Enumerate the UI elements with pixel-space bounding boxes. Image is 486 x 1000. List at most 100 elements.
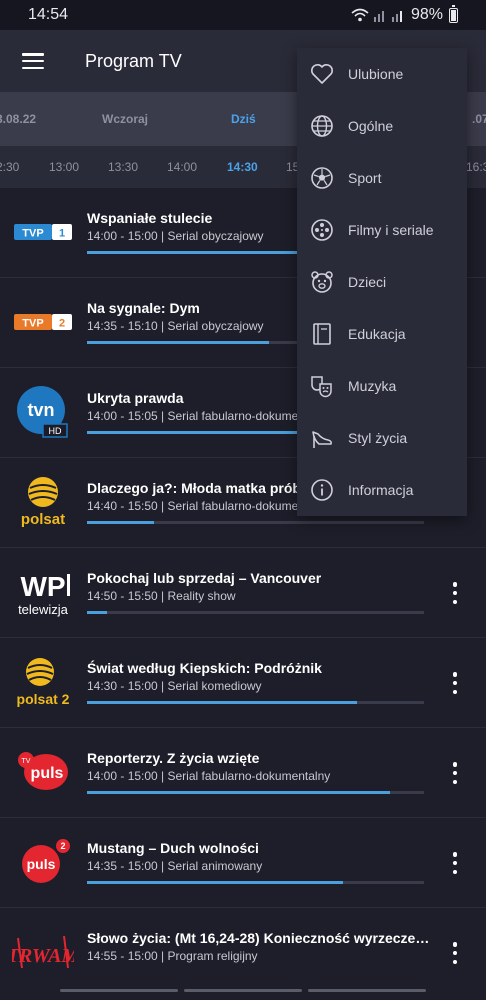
tvp1-logo-icon: TVP 1	[14, 224, 72, 240]
film-reel-icon	[309, 217, 335, 243]
menu-item-label: Sport	[348, 170, 382, 186]
channel-logo[interactable]: TVP 2	[10, 296, 76, 348]
channel-logo[interactable]: WP telewizja	[10, 566, 76, 618]
time-slot-active[interactable]: 14:30	[227, 160, 258, 174]
svg-text:2: 2	[60, 841, 65, 851]
menu-item-label: Edukacja	[348, 326, 406, 342]
signal-icon	[373, 11, 384, 22]
program-row[interactable]: TV puls Reporterzy. Z życia wzięte 14:00…	[0, 728, 486, 818]
menu-item-sport[interactable]: Sport	[297, 152, 467, 204]
time-slot[interactable]: 13:30	[108, 160, 138, 174]
more-options-icon[interactable]	[449, 942, 461, 964]
menu-item-label: Dzieci	[348, 274, 387, 290]
progress-fill	[87, 341, 269, 344]
info-icon	[309, 477, 335, 503]
menu-item-filmy[interactable]: Filmy i seriale	[297, 204, 467, 256]
more-options-icon[interactable]	[449, 672, 461, 694]
program-meta: 14:30 - 15:00 | Serial komediowy	[87, 679, 262, 693]
menu-item-edukacja[interactable]: Edukacja	[297, 308, 467, 360]
football-icon	[309, 165, 335, 191]
date-tab[interactable]: 3.08.22	[0, 112, 36, 126]
polsat-logo-icon: polsat	[21, 477, 65, 528]
channel-logo[interactable]: TV puls	[10, 746, 76, 798]
progress-fill	[87, 521, 155, 524]
program-row[interactable]: 2 puls Mustang – Duch wolności 14:35 - 1…	[0, 818, 486, 908]
heart-icon	[309, 61, 335, 87]
svg-text:TVP: TVP	[22, 228, 43, 240]
menu-item-informacja[interactable]: Informacja	[297, 464, 467, 516]
menu-item-dzieci[interactable]: Dzieci	[297, 256, 467, 308]
svg-text:HD: HD	[49, 426, 62, 436]
theater-masks-icon	[309, 373, 335, 399]
channel-logo[interactable]: TRWAM	[10, 926, 76, 978]
program-title: Reporterzy. Z życia wzięte	[87, 750, 260, 766]
nav-home-button[interactable]	[184, 989, 302, 992]
date-tab-today[interactable]: Dziś	[231, 112, 256, 126]
program-meta: 14:00 - 15:00 | Serial obyczajowy	[87, 229, 264, 243]
menu-item-styl-zycia[interactable]: Styl życia	[297, 412, 467, 464]
channel-logo[interactable]: 2 puls	[10, 836, 76, 888]
signal-icon-2	[391, 11, 402, 22]
channel-logo[interactable]: TVP 1	[10, 206, 76, 258]
svg-text:TVP: TVP	[22, 318, 43, 330]
program-title: Słowo życia: (Mt 16,24-28) Konieczność w…	[87, 930, 432, 946]
program-row[interactable]: WP telewizja Pokochaj lub sprzedaj – Van…	[0, 548, 486, 638]
svg-text:puls: puls	[31, 765, 64, 782]
more-options-icon[interactable]	[449, 582, 461, 604]
more-options-icon[interactable]	[449, 852, 461, 874]
progress-bar	[87, 521, 424, 524]
time-slot[interactable]: 13:00	[49, 160, 79, 174]
date-tab[interactable]: .07	[472, 112, 486, 126]
status-bar: 14:54 98%	[0, 0, 486, 30]
svg-text:TV: TV	[22, 758, 31, 765]
trwam-logo-icon: TRWAM	[12, 935, 74, 969]
high-heel-icon	[309, 425, 335, 451]
status-time: 14:54	[28, 6, 69, 23]
menu-item-ulubione[interactable]: Ulubione	[297, 48, 467, 100]
channel-logo[interactable]: tvn HD	[10, 386, 76, 438]
svg-text:puls: puls	[27, 856, 56, 872]
teddy-bear-icon	[309, 269, 335, 295]
book-icon	[309, 321, 335, 347]
program-meta: 14:55 - 15:00 | Program religijny	[87, 949, 258, 963]
svg-text:polsat: polsat	[21, 511, 65, 528]
channel-logo[interactable]: polsat 2	[10, 656, 76, 708]
hamburger-icon[interactable]	[22, 53, 44, 69]
svg-text:2: 2	[59, 318, 65, 330]
svg-text:polsat 2: polsat 2	[17, 691, 70, 707]
more-options-icon[interactable]	[449, 762, 461, 784]
program-row[interactable]: polsat 2 Świat według Kiepskich: Podróżn…	[0, 638, 486, 728]
category-menu: Ulubione Ogólne Sport Filmy i seriale Dz…	[297, 48, 467, 516]
nav-back-button[interactable]	[308, 989, 426, 992]
progress-fill	[87, 881, 344, 884]
program-title: Mustang – Duch wolności	[87, 840, 259, 856]
svg-text:1: 1	[59, 228, 65, 240]
svg-text:telewizja: telewizja	[18, 602, 69, 617]
menu-item-label: Ogólne	[348, 118, 394, 134]
progress-bar	[87, 611, 424, 614]
menu-item-ogolne[interactable]: Ogólne	[297, 100, 467, 152]
menu-item-label: Ulubione	[348, 66, 404, 82]
puls2-logo-icon: 2 puls	[22, 839, 70, 883]
date-tab-yesterday[interactable]: Wczoraj	[102, 112, 148, 126]
time-slot[interactable]: 2:30	[0, 160, 19, 174]
menu-item-label: Informacja	[348, 482, 414, 498]
svg-text:tvn: tvn	[28, 400, 55, 420]
time-slot[interactable]: 14:00	[167, 160, 197, 174]
progress-fill	[87, 701, 357, 704]
tvp2-logo-icon: TVP 2	[14, 314, 72, 330]
progress-fill	[87, 791, 391, 794]
menu-item-label: Styl życia	[348, 430, 408, 446]
time-slot[interactable]: 16:3	[466, 160, 486, 174]
channel-logo[interactable]: polsat	[10, 476, 76, 528]
program-meta: 14:40 - 15:50 | Serial fabularno-dokumen…	[87, 499, 331, 513]
menu-item-muzyka[interactable]: Muzyka	[297, 360, 467, 412]
status-icons	[351, 8, 405, 22]
program-meta: 14:00 - 15:00 | Serial fabularno-dokumen…	[87, 769, 331, 783]
program-row[interactable]: TRWAM Słowo życia: (Mt 16,24-28) Koniecz…	[0, 908, 486, 998]
nav-recents-button[interactable]	[60, 989, 178, 992]
wp-logo-icon: WP telewizja	[18, 571, 70, 617]
tvpuls-logo-icon: TV puls	[18, 752, 68, 790]
menu-item-label: Muzyka	[348, 378, 397, 394]
progress-bar	[87, 881, 424, 884]
